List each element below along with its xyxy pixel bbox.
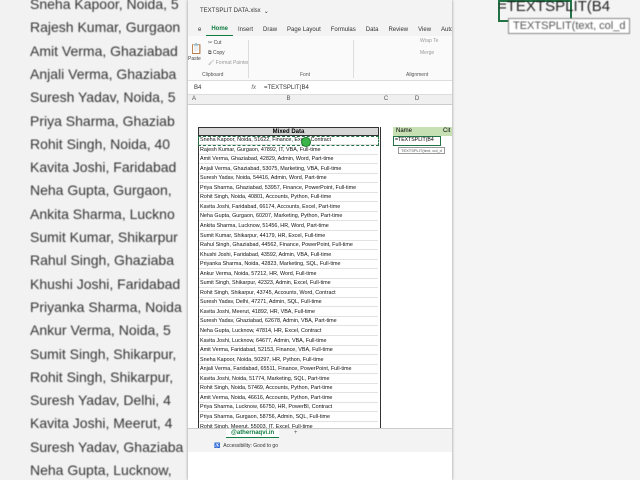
worksheet-grid[interactable]: Sneha Kapoor, Noida, 51622, Finance, Exc…	[188, 111, 452, 428]
ribbon-tabs: e Home Insert Draw Page Layout Formulas Data Re…	[188, 22, 452, 36]
cut-label: Cut	[213, 40, 222, 46]
tab-draw[interactable]: Draw	[258, 27, 282, 36]
ribbon-divider	[248, 40, 249, 78]
cut-icon: ✂	[208, 40, 213, 46]
paste-button[interactable]: Paste	[188, 56, 201, 62]
copied-cell-marquee	[198, 136, 379, 146]
background-formula: =TEXTSPLIT(B4	[498, 0, 611, 15]
background-row: Ankita Sharma, Luckno	[30, 205, 175, 222]
background-zoom-right: =TEXTSPLIT(B4 TEXTSPLIT(text, col_d	[452, 0, 640, 480]
accessibility-icon: ♿	[214, 443, 221, 449]
tab-view[interactable]: View	[413, 27, 436, 36]
add-sheet-button[interactable]: +	[294, 430, 298, 436]
background-row: Rajesh Kumar, Gurgaon	[30, 19, 181, 36]
formula-input[interactable]: =TEXTSPLIT(B4	[264, 85, 309, 91]
background-row: Neha Gupta, Gurgaon,	[30, 182, 172, 199]
active-cell-editor[interactable]: =TEXTSPLIT(B4	[393, 136, 441, 146]
column-header-c[interactable]: C	[379, 96, 393, 102]
background-row: Amit Verma, Ghaziabad	[30, 42, 178, 59]
tab-page-layout[interactable]: Page Layout	[282, 27, 326, 36]
copy-label: Copy	[212, 50, 225, 56]
name-header[interactable]: Name	[393, 127, 441, 136]
excel-window: TEXTSPLIT DATA.xlsx ⌄ e Home Insert Draw Pag…	[188, 0, 452, 480]
mixed-data-header[interactable]: Mixed Data	[198, 127, 379, 136]
format-painter-button[interactable]: 🖌 Format Painter	[208, 60, 249, 66]
background-row: Sneha Kapoor, Noida, 5	[30, 0, 179, 12]
tab-automate[interactable]: Automate	[436, 27, 452, 36]
column-header-d[interactable]: D	[393, 96, 441, 102]
tab-data[interactable]: Data	[361, 27, 384, 36]
copy-button[interactable]: ⧉ Copy	[208, 50, 225, 56]
background-row: Rahul Singh, Ghaziaba	[30, 252, 174, 269]
ribbon-divider	[353, 40, 354, 78]
tab-formulas[interactable]: Formulas	[326, 27, 361, 36]
merge-button[interactable]: Merge	[420, 50, 434, 56]
background-row: Neha Gupta, Lucknow,	[30, 462, 172, 478]
fx-icon[interactable]: fx	[251, 85, 256, 91]
function-tooltip: TEXTSPLIT(text, col_d	[398, 147, 445, 154]
background-row: Kavita Joshi, Faridabad	[30, 159, 177, 176]
background-row: Suresh Yadav, Ghaziaba	[30, 438, 184, 455]
background-row: Priyanka Sharma, Noida	[30, 298, 182, 315]
format-painter-icon: 🖌	[208, 60, 215, 66]
window-bottom-blank	[188, 452, 452, 480]
tab-review[interactable]: Review	[383, 27, 413, 36]
clipboard-group-label: Clipboard	[202, 72, 224, 78]
alignment-group-label: Alignment	[406, 72, 429, 78]
background-row: Rohit Singh, Noida, 40	[30, 135, 171, 152]
background-row: Suresh Yadav, Delhi, 4	[30, 392, 171, 409]
background-row: Sumit Singh, Shikarpur,	[30, 345, 177, 362]
column-headers: A B C D	[188, 95, 452, 105]
ribbon: 📋 Paste ✂ Cut ⧉ Copy 🖌 Format Painter Cl…	[188, 36, 452, 81]
paste-icon[interactable]: 📋	[190, 44, 202, 55]
column-header-b[interactable]: B	[198, 96, 379, 102]
column-b-border	[198, 127, 381, 428]
city-header[interactable]: Cit	[441, 127, 452, 136]
window-title: TEXTSPLIT DATA.xlsx	[200, 8, 261, 14]
background-row: Priya Sharma, Ghaziab	[30, 112, 175, 129]
copy-icon: ⧉	[208, 50, 212, 56]
status-bar: ♿ Accessibility: Good to go	[188, 440, 452, 452]
chevron-down-icon[interactable]: ⌄	[264, 8, 269, 15]
background-row: Ankur Verma, Noida, 5	[30, 322, 171, 339]
tab-e[interactable]: e	[193, 27, 206, 36]
tab-insert[interactable]: Insert	[233, 27, 258, 36]
accessibility-status[interactable]: Accessibility: Good to go	[223, 443, 278, 449]
formula-bar: B4 fx =TEXTSPLIT(B4	[188, 81, 452, 95]
sheet-tab[interactable]: @athernaqvi.in	[226, 429, 280, 438]
column-header-a[interactable]: A	[190, 96, 198, 102]
background-row: Sumit Kumar, Shikarpur	[30, 229, 178, 245]
cut-button[interactable]: ✂ Cut	[208, 40, 221, 46]
title-bar: TEXTSPLIT DATA.xlsx ⌄	[188, 0, 452, 22]
wrap-text-button[interactable]: Wrap Te	[420, 38, 438, 44]
format-painter-label: Format Painter	[215, 60, 249, 66]
background-row: Rohit Singh, Shikarpur,	[30, 368, 174, 385]
name-box[interactable]: B4	[194, 85, 201, 91]
mouse-cursor	[301, 137, 311, 147]
tab-home[interactable]: Home	[206, 26, 234, 36]
font-group-label: Font	[300, 72, 311, 78]
background-row: Anjali Verma, Ghaziaba	[30, 65, 177, 82]
background-tooltip: TEXTSPLIT(text, col_d	[508, 18, 631, 34]
background-row: Suresh Yadav, Noida, 5	[30, 89, 176, 106]
background-row: Kavita Joshi, Meerut, 4	[30, 415, 173, 432]
background-row: Khushi Joshi, Faridabad	[30, 275, 181, 292]
